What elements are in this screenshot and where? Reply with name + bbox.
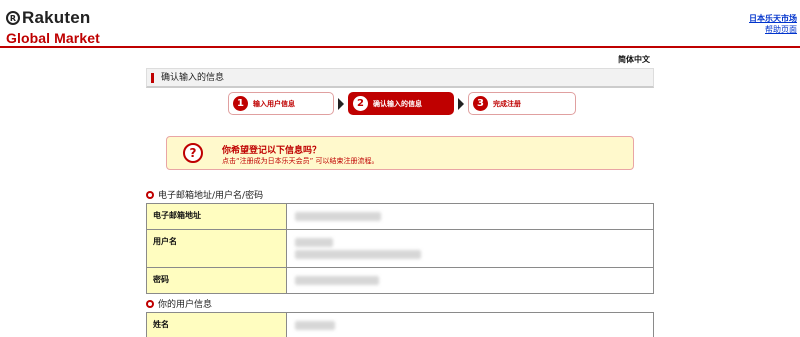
step-arrow-icon (458, 98, 464, 110)
rakuten-ichiba-link[interactable]: 日本乐天市场 (749, 13, 797, 24)
question-icon: ? (183, 143, 203, 163)
name-value (286, 312, 654, 337)
step-1: 1 输入用户信息 (228, 92, 334, 115)
page-title: 确认输入的信息 (146, 68, 654, 88)
help-link[interactable]: 帮助页面 (749, 24, 797, 35)
username-value (286, 229, 654, 268)
row-label: 电子邮箱地址 (146, 203, 287, 230)
step-number: 1 (233, 96, 248, 111)
table-row: 密码 (146, 267, 654, 294)
row-label: 姓名 (146, 312, 287, 337)
step-number: 3 (473, 96, 488, 111)
step-2-current: 2 确认输入的信息 (348, 92, 454, 115)
row-label: 用户名 (146, 229, 287, 268)
user-info-table: 姓名 (146, 312, 654, 337)
bullet-icon (146, 190, 154, 199)
step-number: 2 (353, 96, 368, 111)
rakuten-logo[interactable]: R Rakuten Global Market (6, 8, 100, 46)
step-label: 确认输入的信息 (373, 99, 422, 108)
step-arrow-icon (338, 98, 344, 110)
table-row: 用户名 (146, 229, 654, 268)
redacted-text (295, 250, 421, 259)
section-title: 你的用户信息 (158, 300, 213, 310)
email-value (286, 203, 654, 230)
confirm-message-box: ? 你希望登记以下信息吗？ 点击“注册成为日本乐天会员” 可以结束注册流程。 (166, 136, 634, 170)
redacted-text (295, 212, 381, 221)
table-row: 姓名 (146, 312, 654, 337)
section-heading-account: 电子邮箱地址/用户名/密码 (146, 188, 263, 201)
section-title: 电子邮箱地址/用户名/密码 (158, 191, 264, 201)
account-info-table: 电子邮箱地址 用户名 密码 (146, 203, 654, 294)
step-3: 3 完成注册 (468, 92, 576, 115)
rakuten-r-icon: R (6, 11, 20, 25)
row-label: 密码 (146, 267, 287, 294)
step-label: 输入用户信息 (253, 99, 295, 108)
site-header: R Rakuten Global Market 日本乐天市场 帮助页面 (0, 0, 800, 46)
header-divider (0, 46, 800, 48)
logo-subtitle: Global Market (6, 30, 100, 46)
logo-wordmark: Rakuten (22, 8, 91, 27)
section-heading-user-info: 你的用户信息 (146, 297, 212, 310)
bullet-icon (146, 299, 154, 308)
confirm-note: 点击“注册成为日本乐天会员” 可以结束注册流程。 (222, 157, 379, 165)
table-row: 电子邮箱地址 (146, 203, 654, 230)
step-label: 完成注册 (493, 99, 521, 108)
confirm-question: 你希望登记以下信息吗？ (222, 146, 322, 156)
redacted-text (295, 276, 379, 285)
password-value (286, 267, 654, 294)
top-links: 日本乐天市场 帮助页面 (749, 13, 797, 35)
language-selector[interactable]: 简体中文 (618, 54, 650, 65)
redacted-text (295, 321, 335, 330)
redacted-text (295, 238, 333, 247)
